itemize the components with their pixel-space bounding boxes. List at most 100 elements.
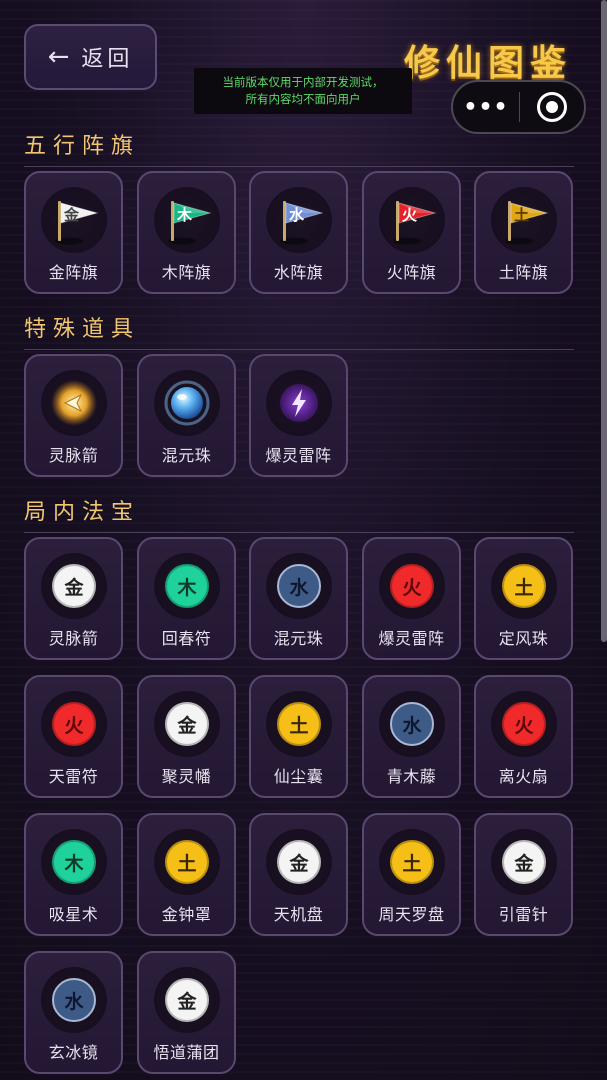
icon-well: 土 bbox=[491, 553, 557, 619]
close-target-icon[interactable] bbox=[520, 92, 584, 122]
icon-well: 土 bbox=[491, 187, 557, 253]
item-label: 金钟罩 bbox=[161, 905, 212, 924]
icon-well: 木 bbox=[41, 829, 107, 895]
item-card[interactable]: 木回春符 bbox=[137, 537, 236, 660]
item-card[interactable]: 金引雷针 bbox=[474, 813, 573, 936]
icon-well: 水 bbox=[41, 967, 107, 1033]
item-card[interactable]: 土定风珠 bbox=[474, 537, 573, 660]
item-label: 玄冰镜 bbox=[48, 1043, 99, 1062]
section-title-formation-flags: 五行阵旗 bbox=[24, 128, 574, 167]
icon-well: 金 bbox=[154, 691, 220, 757]
item-label: 聚灵幡 bbox=[161, 767, 212, 786]
item-card[interactable]: 金天机盘 bbox=[249, 813, 348, 936]
item-card[interactable]: 火火阵旗 bbox=[362, 171, 461, 294]
item-card[interactable]: 灵脉箭 bbox=[24, 354, 123, 477]
item-card[interactable]: 木木阵旗 bbox=[137, 171, 236, 294]
item-label: 青木藤 bbox=[386, 767, 437, 786]
item-label: 混元珠 bbox=[273, 629, 324, 648]
item-card[interactable]: 金聚灵幡 bbox=[137, 675, 236, 798]
icon-well: 火 bbox=[379, 187, 445, 253]
icon-well: 水 bbox=[379, 691, 445, 757]
lightning-icon bbox=[280, 384, 318, 422]
section-title-artifacts: 局内法宝 bbox=[24, 494, 574, 533]
icon-well: 木 bbox=[154, 187, 220, 253]
element-badge: 火 bbox=[502, 702, 546, 746]
icon-well: 火 bbox=[41, 691, 107, 757]
item-card[interactable]: 火天雷符 bbox=[24, 675, 123, 798]
item-card[interactable]: 土土阵旗 bbox=[474, 171, 573, 294]
element-badge: 金 bbox=[165, 978, 209, 1022]
item-label: 天雷符 bbox=[48, 767, 99, 786]
icon-well: 金 bbox=[491, 829, 557, 895]
item-label: 悟道蒲团 bbox=[153, 1043, 220, 1062]
item-card[interactable]: 水混元珠 bbox=[249, 537, 348, 660]
element-badge: 土 bbox=[390, 840, 434, 884]
element-badge: 土 bbox=[502, 564, 546, 608]
element-badge: 金 bbox=[502, 840, 546, 884]
icon-well: 火 bbox=[491, 691, 557, 757]
dev-notice-line2: 所有内容均不面向用户 bbox=[245, 92, 361, 106]
icon-well: 金 bbox=[266, 829, 332, 895]
dev-notice-line1: 当前版本仅用于内部开发测试， bbox=[222, 75, 384, 89]
item-card[interactable]: 水水阵旗 bbox=[249, 171, 348, 294]
item-label: 灵脉箭 bbox=[48, 629, 99, 648]
item-card[interactable]: 水青木藤 bbox=[362, 675, 461, 798]
back-arrow-icon: ← bbox=[47, 42, 70, 72]
section-title-special-items: 特殊道具 bbox=[24, 311, 574, 350]
item-label: 定风珠 bbox=[498, 629, 549, 648]
icon-well bbox=[154, 370, 220, 436]
item-label: 火阵旗 bbox=[386, 263, 437, 282]
item-label: 爆灵雷阵 bbox=[378, 629, 445, 648]
dev-notice: 当前版本仅用于内部开发测试， 所有内容均不面向用户 bbox=[194, 68, 412, 114]
icon-well bbox=[266, 370, 332, 436]
item-card[interactable]: 土金钟罩 bbox=[137, 813, 236, 936]
icon-well: 火 bbox=[379, 553, 445, 619]
icon-well: 金 bbox=[154, 967, 220, 1033]
item-label: 土阵旗 bbox=[498, 263, 549, 282]
item-card[interactable]: 土仙尘囊 bbox=[249, 675, 348, 798]
item-card[interactable]: 火爆灵雷阵 bbox=[362, 537, 461, 660]
icon-well: 金 bbox=[41, 553, 107, 619]
icon-well: 土 bbox=[379, 829, 445, 895]
icon-well: 水 bbox=[266, 553, 332, 619]
item-card[interactable]: 水玄冰镜 bbox=[24, 951, 123, 1074]
more-menu-icon[interactable]: ••• bbox=[453, 95, 519, 120]
item-label: 灵脉箭 bbox=[48, 446, 99, 465]
back-label: 返回 bbox=[81, 47, 134, 72]
scrollbar[interactable] bbox=[601, 0, 607, 642]
flag-element-glyph: 水 bbox=[289, 206, 305, 224]
item-label: 木阵旗 bbox=[161, 263, 212, 282]
page-title: 修仙图鉴 bbox=[404, 43, 573, 84]
element-badge: 木 bbox=[165, 564, 209, 608]
icon-well: 土 bbox=[154, 829, 220, 895]
item-card[interactable]: 爆灵雷阵 bbox=[249, 354, 348, 477]
item-card[interactable]: 金灵脉箭 bbox=[24, 537, 123, 660]
item-card[interactable]: 土周天罗盘 bbox=[362, 813, 461, 936]
flag-element-glyph: 火 bbox=[402, 206, 418, 224]
flag-element-glyph: 木 bbox=[177, 206, 193, 224]
item-card[interactable]: 混元珠 bbox=[137, 354, 236, 477]
element-badge: 土 bbox=[165, 840, 209, 884]
item-card[interactable]: 金悟道蒲团 bbox=[137, 951, 236, 1074]
item-label: 离火扇 bbox=[498, 767, 549, 786]
icon-well bbox=[41, 370, 107, 436]
arrow-orb-icon bbox=[51, 380, 97, 426]
element-badge: 水 bbox=[52, 978, 96, 1022]
mini-program-capsule: ••• bbox=[451, 80, 586, 134]
element-badge: 水 bbox=[277, 564, 321, 608]
item-label: 金阵旗 bbox=[48, 263, 99, 282]
item-label: 水阵旗 bbox=[273, 263, 324, 282]
item-label: 周天罗盘 bbox=[378, 905, 445, 924]
element-badge: 火 bbox=[390, 564, 434, 608]
element-badge: 木 bbox=[52, 840, 96, 884]
item-card[interactable]: 木吸星术 bbox=[24, 813, 123, 936]
pearl-icon bbox=[164, 380, 210, 426]
element-badge: 火 bbox=[52, 702, 96, 746]
item-label: 引雷针 bbox=[498, 905, 549, 924]
icon-well: 水 bbox=[266, 187, 332, 253]
item-card[interactable]: 金金阵旗 bbox=[24, 171, 123, 294]
item-card[interactable]: 火离火扇 bbox=[474, 675, 573, 798]
back-button[interactable]: ← 返回 bbox=[24, 24, 157, 90]
item-label: 回春符 bbox=[161, 629, 212, 648]
item-label: 爆灵雷阵 bbox=[265, 446, 332, 465]
